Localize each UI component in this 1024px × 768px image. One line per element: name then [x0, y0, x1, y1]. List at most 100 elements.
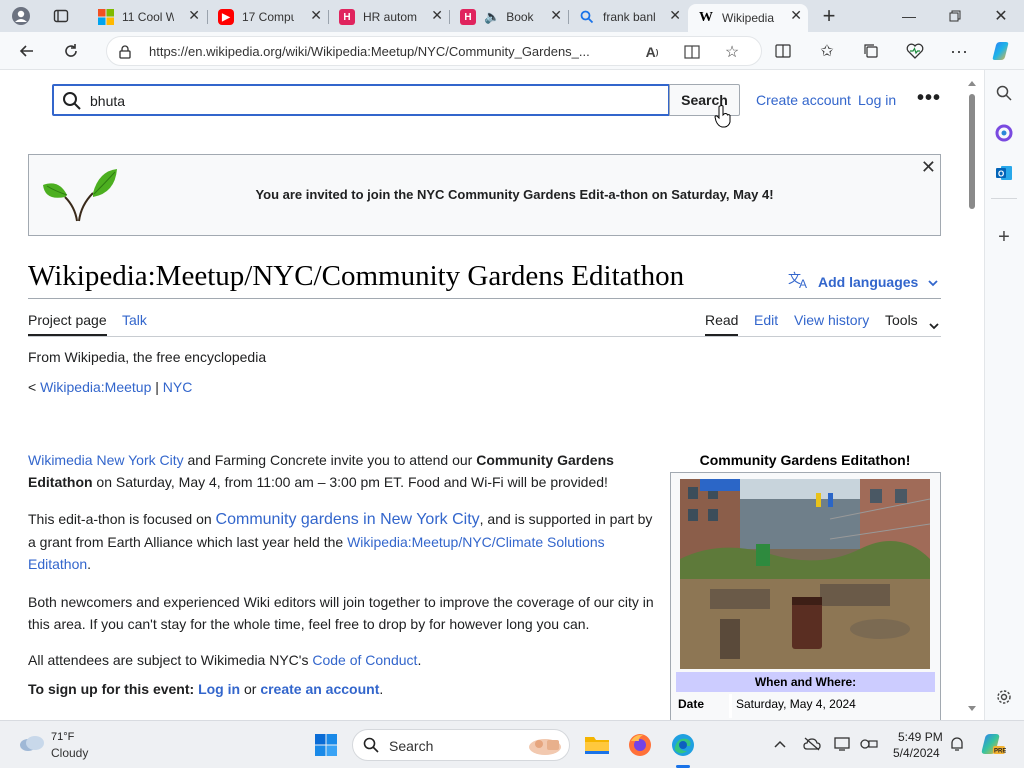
address-bar: https://en.wikipedia.org/wiki/Wikipedia:…: [0, 32, 1024, 70]
gear-icon[interactable]: [993, 686, 1015, 708]
collections-icon[interactable]: [860, 40, 882, 62]
banner-message: You are invited to join the NYC Communit…: [255, 187, 774, 202]
code-of-conduct-link[interactable]: Code of Conduct: [312, 652, 417, 668]
breadcrumb: < Wikipedia:Meetup | NYC: [28, 379, 192, 395]
favorite-star-icon[interactable]: ☆: [723, 43, 741, 61]
infobox: When and Where: Date Saturday, May 4, 20…: [670, 472, 941, 720]
scroll-down-icon[interactable]: [967, 700, 977, 718]
weather-temperature[interactable]: 71°F: [51, 731, 74, 743]
close-icon[interactable]: ✕: [790, 7, 802, 24]
tab-frank-banl[interactable]: frank banl ✕: [569, 4, 687, 30]
url-field[interactable]: https://en.wikipedia.org/wiki/Wikipedia:…: [106, 36, 762, 66]
search-icon: [579, 9, 595, 25]
search-icon[interactable]: [993, 82, 1015, 104]
back-icon[interactable]: [14, 38, 40, 64]
tab-tools[interactable]: Tools: [885, 312, 918, 328]
chevron-down-icon[interactable]: [929, 317, 939, 335]
firefox-icon[interactable]: [627, 732, 653, 763]
taskbar-search-label: Search: [389, 738, 434, 754]
search-icon: [62, 91, 82, 116]
profile-icon[interactable]: [8, 3, 34, 29]
youtube-icon: ▶: [218, 9, 234, 25]
add-languages-button[interactable]: 文A Add languages: [788, 271, 938, 292]
tab-17-compu[interactable]: ▶ 17 Compu ✕: [208, 4, 328, 30]
signup-log-in-link[interactable]: Log in: [198, 681, 240, 697]
outlook-icon[interactable]: O: [993, 162, 1015, 184]
cloudy-weather-icon[interactable]: [18, 733, 46, 758]
close-icon[interactable]: ✕: [921, 157, 936, 178]
close-icon[interactable]: ✕: [431, 7, 443, 24]
close-icon[interactable]: ✕: [550, 7, 562, 24]
battery-icon[interactable]: [860, 735, 878, 753]
community-gardens-link[interactable]: Community gardens in New York City: [216, 511, 480, 528]
wiki-search-input[interactable]: [90, 93, 590, 109]
wikimedia-nyc-link[interactable]: Wikimedia New York City: [28, 452, 184, 468]
cloud-sync-icon[interactable]: [803, 735, 821, 753]
svg-text:O: O: [998, 170, 1004, 179]
tab-edit[interactable]: Edit: [754, 312, 778, 328]
log-in-link[interactable]: Log in: [858, 92, 896, 108]
scroll-thumb[interactable]: [969, 94, 975, 209]
edge-icon[interactable]: [670, 732, 696, 763]
window-close-icon[interactable]: ✕: [988, 3, 1014, 29]
clock-date[interactable]: 5/4/2024: [893, 746, 940, 760]
paragraph-conduct: All attendees are subject to Wikimedia N…: [28, 649, 658, 671]
tabs-divider: [28, 336, 941, 337]
lock-icon[interactable]: [119, 45, 131, 59]
tab-wikipedia[interactable]: W Wikipedia ✕: [688, 4, 808, 32]
read-aloud-icon[interactable]: A): [643, 43, 661, 61]
copilot-apps-icon[interactable]: [993, 122, 1015, 144]
restore-icon[interactable]: [942, 3, 968, 29]
tab-book[interactable]: H 🔈 Book ✕: [450, 4, 568, 30]
breadcrumb-nyc-link[interactable]: NYC: [163, 379, 193, 395]
new-tab-icon[interactable]: +: [816, 3, 842, 29]
favorites-icon[interactable]: ✩: [816, 40, 838, 62]
tab-hr-autom[interactable]: H HR autom ✕: [329, 4, 449, 30]
paragraph-text: .: [417, 652, 422, 668]
copilot-taskbar-icon[interactable]: PRE: [980, 731, 1006, 762]
breadcrumb-meetup-link[interactable]: Wikipedia:Meetup: [40, 379, 151, 395]
search-highlight-icon: [525, 734, 565, 763]
more-options-icon[interactable]: •••: [917, 87, 941, 110]
copilot-icon[interactable]: [990, 38, 1016, 64]
minimize-icon[interactable]: —: [896, 3, 922, 29]
refresh-icon[interactable]: [58, 38, 84, 64]
tab-project-page[interactable]: Project page: [28, 312, 107, 328]
clock-time[interactable]: 5:49 PM: [898, 730, 943, 744]
tab-talk[interactable]: Talk: [122, 312, 147, 328]
paragraph-text: This edit-a-thon is focused on: [28, 511, 216, 527]
weather-description[interactable]: Cloudy: [51, 746, 88, 760]
tab-read[interactable]: Read: [705, 312, 738, 328]
page-scrollbar[interactable]: [964, 70, 980, 720]
speaker-icon[interactable]: 🔈: [484, 9, 500, 25]
infobox-section-header: When and Where:: [676, 672, 935, 692]
microsoft-icon: [98, 9, 114, 25]
create-account-link[interactable]: Create account: [756, 92, 851, 108]
display-icon[interactable]: [834, 735, 852, 753]
garden-photo[interactable]: [680, 479, 930, 669]
close-icon[interactable]: ✕: [310, 7, 322, 24]
create-account-signup-link[interactable]: create an account: [260, 681, 379, 697]
paragraph-text: on Saturday, May 4, from 11:00 am – 3:00…: [92, 474, 608, 490]
tab-view-history[interactable]: View history: [794, 312, 869, 328]
windows-start-icon[interactable]: [314, 733, 338, 762]
split-screen-icon[interactable]: [772, 40, 794, 62]
translate-icon: 文A: [788, 271, 810, 292]
tab-11-cool[interactable]: 11 Cool W ✕: [88, 4, 206, 30]
file-explorer-icon[interactable]: [584, 732, 610, 761]
browser-essentials-icon[interactable]: [904, 40, 926, 62]
add-icon[interactable]: +: [993, 226, 1015, 248]
more-menu-icon[interactable]: ···: [948, 40, 970, 62]
paragraph-text: or: [240, 681, 261, 697]
search-icon: [363, 737, 379, 758]
taskbar-search-field[interactable]: Search: [352, 729, 570, 761]
windows-taskbar: 71°F Cloudy Search 5:49 PM 5/4/2024 PRE: [0, 720, 1024, 768]
tab-actions-icon[interactable]: [48, 3, 74, 29]
close-icon[interactable]: ✕: [188, 7, 200, 24]
close-icon[interactable]: ✕: [669, 7, 681, 24]
immersive-reader-icon[interactable]: [683, 43, 701, 61]
wiki-search-field[interactable]: [52, 84, 670, 116]
notification-bell-icon[interactable]: [948, 735, 966, 753]
chevron-up-icon[interactable]: [771, 735, 789, 753]
scroll-up-icon[interactable]: [967, 74, 977, 92]
